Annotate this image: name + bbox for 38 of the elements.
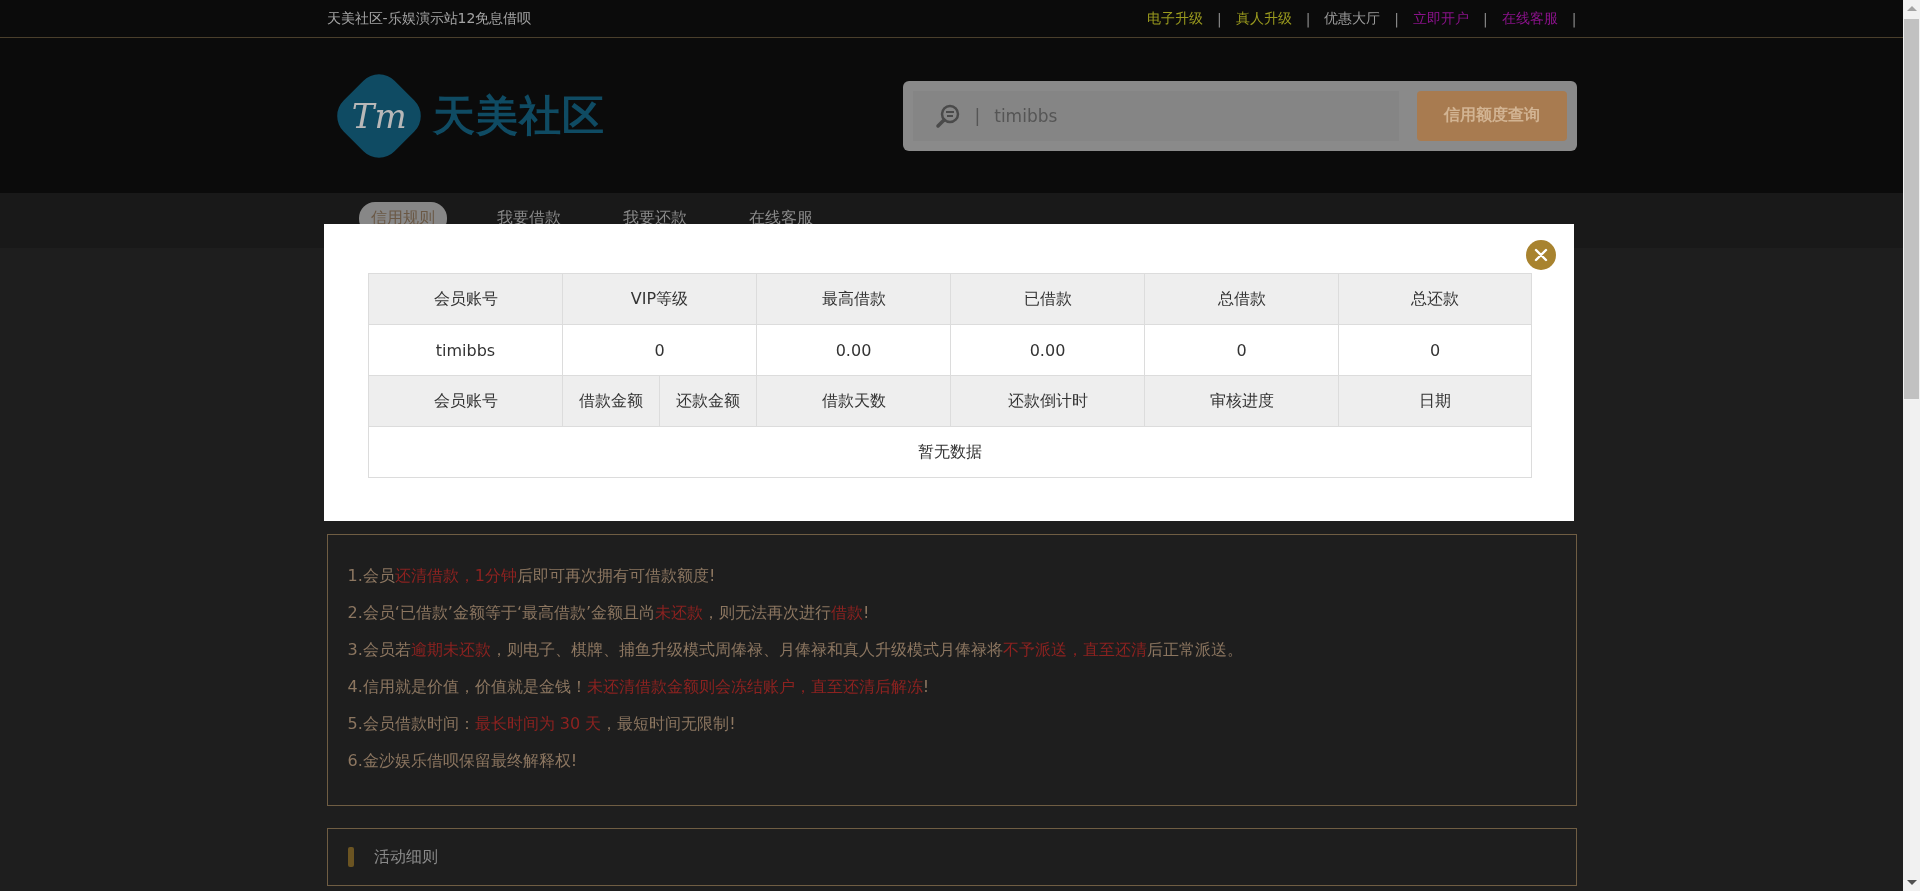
table-cell: 0 (562, 324, 757, 376)
rule-text: 6.金沙娱乐借呗保留最终解释权! (347, 750, 579, 772)
column-header: 借款金额 (562, 375, 660, 427)
top-link[interactable]: 优惠大厅 (1324, 9, 1381, 28)
top-link[interactable]: 真人升级 (1235, 9, 1292, 28)
column-header: 还款金额 (659, 375, 757, 427)
column-header: 总还款 (1338, 273, 1532, 325)
field-divider: | (974, 105, 981, 126)
site-title: 天美社区-乐娱演示站12免息借呗 (326, 9, 532, 28)
top-link[interactable]: 电子升级 (1146, 9, 1203, 28)
rule-text: 4.信用就是价值，价值就是金钱！未还清借款金额则会冻结账户，直至还清后解冻! (347, 676, 931, 698)
rule-text: 2.会员‘已借款’金额等于‘最高借款’金额且尚未还款，则无法再次进行借款! (347, 602, 871, 624)
column-header: 已借款 (950, 273, 1145, 325)
table-cell: 0.00 (950, 324, 1145, 376)
separator: | (1394, 10, 1400, 27)
logo-text: 天美社区 (432, 89, 605, 142)
section-title: 活动细则 (373, 846, 438, 868)
column-header: 还款倒计时 (950, 375, 1145, 427)
table-cell: 0.00 (756, 324, 951, 376)
separator: | (1483, 10, 1488, 27)
table-cell: 0 (1338, 324, 1532, 376)
column-header: 审核进度 (1144, 375, 1339, 427)
rule-text: 3.会员若逾期未还款，则电子、棋牌、捕鱼升级模式周俸禄、月俸禄和真人升级模式月俸禄将不予派送，直至还清后正常派送。 (347, 639, 1244, 661)
column-header: 日期 (1338, 375, 1532, 427)
separator: | (1216, 10, 1222, 27)
rule-text: 5.会员借款时间：最长时间为 30 天，最短时间无限制! (347, 713, 737, 735)
column-header: 总借款 (1144, 273, 1339, 325)
rule-text: 1.会员还清借款，1分钟后即可再次拥有可借款额度! (347, 565, 717, 587)
column-header: 借款天数 (756, 375, 951, 427)
column-header: VIP等级 (562, 273, 757, 325)
column-header: 会员账号 (368, 375, 563, 427)
empty-message: 暂无数据 (368, 426, 1532, 478)
table-cell: 0 (1144, 324, 1339, 376)
separator: | (1305, 10, 1311, 27)
table-cell: timibbs (368, 324, 563, 376)
separator: | (1571, 10, 1577, 27)
column-header: 会员账号 (368, 273, 563, 325)
column-header: 最高借款 (756, 273, 951, 325)
